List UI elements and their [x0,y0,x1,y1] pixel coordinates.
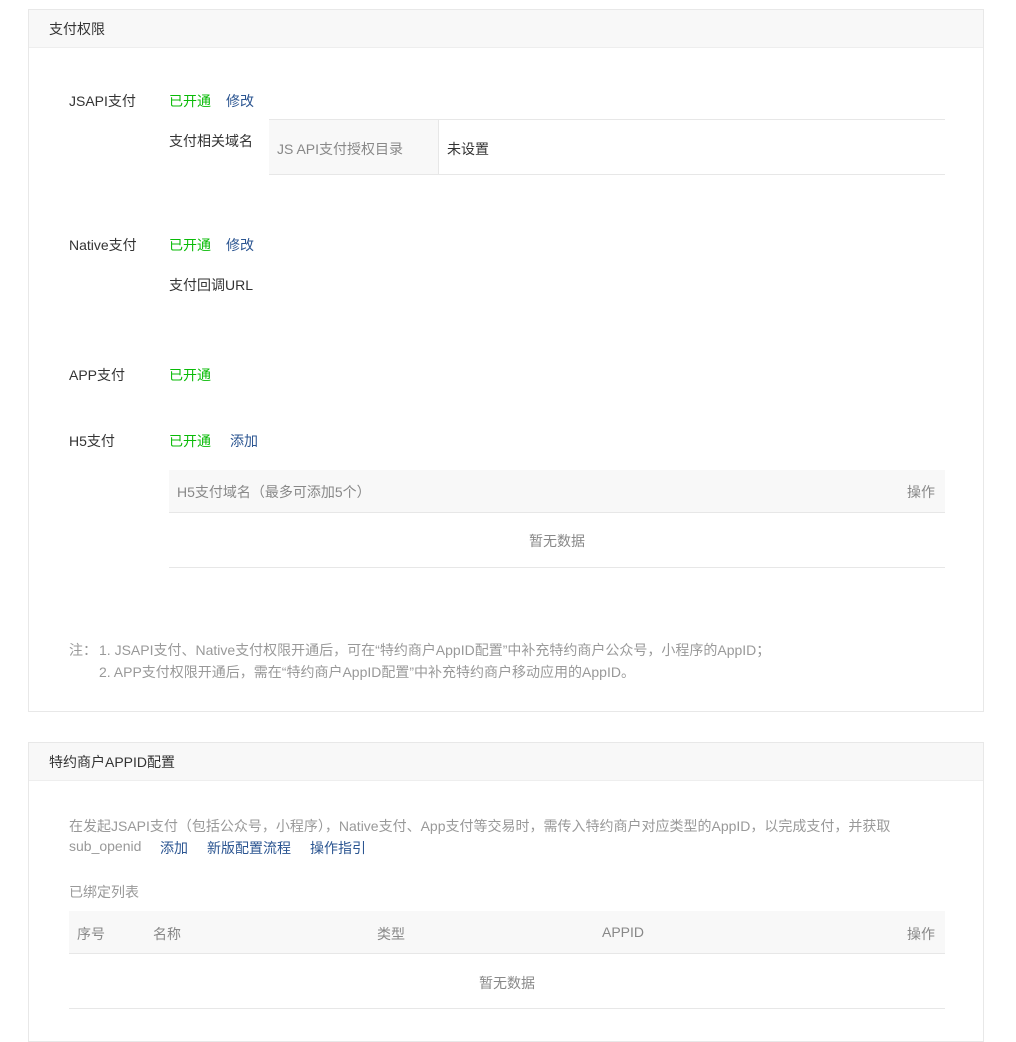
column-header-index: 序号 [77,926,105,942]
column-header-operation: 操作 [907,926,935,942]
native-label: Native支付 [69,237,137,253]
app-status: 已开通 [169,367,211,383]
jsapi-table-divider [438,120,439,174]
jsapi-status: 已开通 [169,93,211,109]
jsapi-label: JSAPI支付 [69,93,136,109]
panel-title: 支付权限 [29,10,983,48]
h5-table-header-border [169,512,945,513]
bound-table-header-border [69,953,945,954]
native-callback-label: 支付回调URL [169,277,254,293]
operation-guide-link[interactable]: 操作指引 [310,838,366,858]
bound-table-empty: 暂无数据 [479,975,535,991]
h5-table-bottom-border [169,567,945,568]
new-config-flow-link[interactable]: 新版配置流程 [207,838,291,858]
native-modify-link[interactable]: 修改 [226,235,254,255]
jsapi-table-bottom-border [269,174,945,175]
payment-permission-panel: 支付权限 JSAPI支付 已开通 修改 支付相关域名 JS API支付授权目录 … [28,9,984,712]
jsapi-domain-label: 支付相关域名 [169,133,253,149]
column-header-name: 名称 [153,926,181,942]
h5-operation-column-header: 操作 [907,484,935,500]
jsapi-modify-link[interactable]: 修改 [226,91,254,111]
bound-table-header [69,911,945,953]
native-status: 已开通 [169,237,211,253]
note-line-1: 1. JSAPI支付、Native支付权限开通后，可在“特约商户AppID配置”… [99,642,771,658]
appid-description: 在发起JSAPI支付（包括公众号，小程序），Native支付、App支付等交易时… [69,818,891,834]
appid-description-cont: sub_openid [69,838,142,854]
h5-add-link[interactable]: 添加 [230,431,258,451]
h5-status: 已开通 [169,433,211,449]
bound-table-bottom-border [69,1008,945,1009]
panel-title: 特约商户APPID配置 [29,743,983,781]
h5-table-empty: 暂无数据 [529,533,585,549]
column-header-type: 类型 [377,926,405,942]
column-header-appid: APPID [602,924,645,940]
note-prefix: 注： [69,642,97,658]
jsapi-directory-header: JS API支付授权目录 [277,141,404,157]
bound-list-title: 已绑定列表 [69,884,139,900]
h5-domain-column-header: H5支付域名（最多可添加5个） [177,484,371,500]
sub-merchant-appid-panel: 特约商户APPID配置 在发起JSAPI支付（包括公众号，小程序），Native… [28,742,984,1042]
note-line-2: 2. APP支付权限开通后，需在“特约商户AppID配置”中补充特约商户移动应用… [99,664,635,680]
app-label: APP支付 [69,367,126,383]
appid-add-link[interactable]: 添加 [160,838,188,858]
jsapi-directory-value: 未设置 [447,141,489,157]
h5-label: H5支付 [69,433,115,449]
